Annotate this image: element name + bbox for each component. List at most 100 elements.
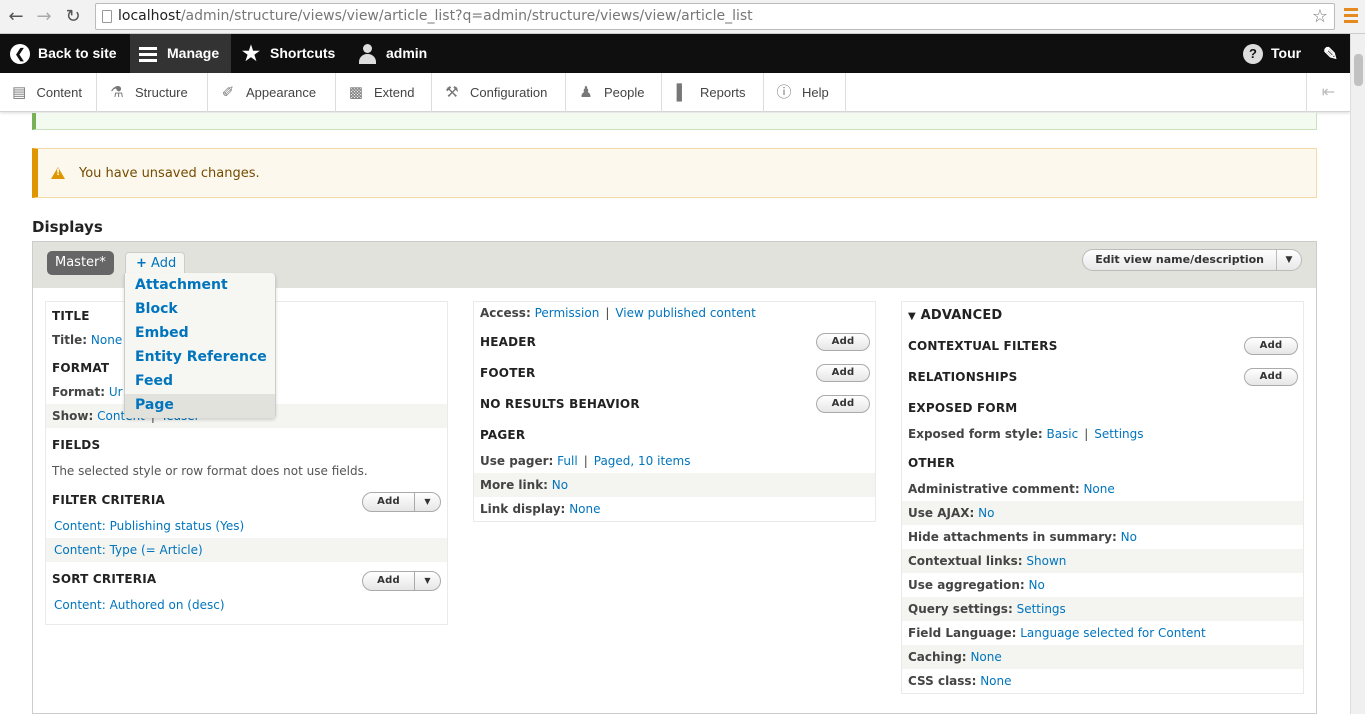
tray-item-help[interactable]: ⓘ Help [764,73,846,112]
tray-item-people[interactable]: ♟ People [566,73,662,112]
contextual-filters-add-button[interactable]: Add [1244,337,1298,355]
pager-heading: PAGER [480,428,526,442]
people-icon: ♟ [579,83,593,101]
reload-icon[interactable]: ↻ [62,6,84,28]
advanced-toggle[interactable]: ▼ ADVANCED [902,304,1303,328]
chevron-down-icon[interactable]: ▼ [415,493,440,511]
title-value[interactable]: None [91,333,122,347]
menu-item-feed[interactable]: Feed [125,370,275,394]
access-value-permission[interactable]: Permission [535,306,600,320]
menu-item-embed[interactable]: Embed [125,322,275,346]
warning-text: You have unsaved changes. [79,165,260,181]
sort-criteria-heading: SORT CRITERIA Add ▼ [46,567,447,591]
tray-item-label: Extend [374,85,415,100]
other-label: Use AJAX: [908,506,975,520]
pager-options-value[interactable]: Paged, 10 items [594,454,691,468]
tab-master[interactable]: Master* [47,251,114,275]
exposed-form-label: Exposed form style: [908,427,1043,441]
bookmark-star-icon[interactable]: ☆ [1312,4,1328,29]
sort-add-dropbutton[interactable]: Add ▼ [362,571,441,591]
menu-item-entity-reference[interactable]: Entity Reference [125,346,275,370]
chevron-down-icon[interactable]: ▼ [415,572,440,590]
wrench-icon: ⚒ [445,83,459,101]
footer-add-button[interactable]: Add [816,364,870,382]
other-value[interactable]: No [1121,530,1137,544]
filter-item[interactable]: Content: Publishing status (Yes) [46,514,447,538]
user-tab[interactable]: admin [358,34,427,73]
no-results-add-button[interactable]: Add [816,395,870,413]
other-value[interactable]: No [978,506,994,520]
relationships-add-button[interactable]: Add [1244,368,1298,386]
menu-item-attachment[interactable]: Attachment [125,274,275,298]
menu-item-page[interactable]: Page [125,394,275,418]
forward-arrow-icon[interactable]: → [33,6,55,28]
exposed-form-settings[interactable]: Settings [1094,427,1143,441]
help-icon: ? [1243,43,1263,64]
other-value[interactable]: Shown [1026,554,1066,568]
back-to-site-link[interactable]: ❮ Back to site [10,34,117,73]
tray-item-configuration[interactable]: ⚒ Configuration [432,73,566,112]
scroll-thumb[interactable] [1354,54,1363,86]
tray-item-content[interactable]: ▤ Content [0,73,97,112]
more-link-value[interactable]: No [552,478,568,492]
filter-item[interactable]: Content: Type (= Article) [46,538,447,562]
sort-link[interactable]: Content: Authored on (desc) [54,598,225,612]
link-display-label: Link display: [480,502,566,516]
shortcuts-tab[interactable]: ★ Shortcuts [242,34,335,73]
admin-toolbar: ❮ Back to site Manage ★ Shortcuts admin … [0,34,1350,73]
advanced-label: ADVANCED [920,308,1003,323]
browser-menu-icon[interactable] [1344,8,1358,26]
access-value-detail[interactable]: View published content [615,306,755,320]
filter-add-button[interactable]: Add [363,493,415,511]
manage-tab[interactable]: Manage [130,34,231,73]
header-add-button[interactable]: Add [816,333,870,351]
tray-item-label: Appearance [246,85,317,100]
other-label: Hide attachments in summary: [908,530,1117,544]
sort-add-button[interactable]: Add [363,572,415,590]
other-value[interactable]: No [1029,578,1045,592]
format-label: Format: [52,385,106,399]
other-value[interactable]: None [1083,482,1114,496]
relationships-label: RELATIONSHIPS [908,370,1018,384]
filter-add-dropbutton[interactable]: Add ▼ [362,492,441,512]
filter-link[interactable]: Content: Type (= Article) [54,543,203,557]
help-circle-icon: ⓘ [776,83,792,101]
other-label: Caching: [908,650,967,664]
url-host: localhost [118,8,181,24]
admin-tray: ▤ Content ⚗ Structure ✐ Appearance ▩ Ext… [0,73,1350,112]
filter-link[interactable]: Content: Publishing status (Yes) [54,519,244,533]
sort-item[interactable]: Content: Authored on (desc) [46,593,447,617]
other-value[interactable]: Language selected for Content [1020,626,1206,640]
warning-message: You have unsaved changes. [32,148,1317,198]
edit-toggle[interactable]: ✎ [1323,34,1351,73]
exposed-form-value[interactable]: Basic [1046,427,1078,441]
puzzle-icon: ▩ [348,83,364,101]
status-message [32,113,1317,130]
address-bar[interactable]: localhost/admin/structure/views/view/art… [95,3,1335,30]
tray-item-reports[interactable]: ▌ Reports [662,73,764,112]
tray-item-extend[interactable]: ▩ Extend [336,73,432,112]
collapse-tray-icon[interactable]: ⇤ [1306,73,1350,112]
relationships-heading: RELATIONSHIPS Add [902,365,1303,389]
format-value[interactable]: Ur [109,385,123,399]
use-pager-value[interactable]: Full [557,454,578,468]
right-column: ▼ ADVANCED CONTEXTUAL FILTERS Add RELATI… [901,301,1304,694]
chevron-down-icon[interactable]: ▼ [1277,250,1301,270]
menu-item-block[interactable]: Block [125,298,275,322]
other-heading: OTHER [908,456,955,470]
other-value[interactable]: None [980,674,1011,688]
back-arrow-icon[interactable]: ← [5,6,27,28]
other-value[interactable]: None [970,650,1001,664]
other-value[interactable]: Settings [1017,602,1066,616]
scrollbar[interactable] [1350,34,1365,714]
link-display-value[interactable]: None [569,502,600,516]
link-display-row: Link display: None [474,497,875,521]
tray-item-appearance[interactable]: ✐ Appearance [208,73,336,112]
page-icon [102,10,112,23]
tray-item-structure[interactable]: ⚗ Structure [97,73,208,112]
other-label: Contextual links: [908,554,1023,568]
url-path: /admin/structure/views/view/article_list… [180,8,753,24]
edit-view-name-button[interactable]: Edit view name/description [1083,250,1277,270]
tour-button[interactable]: ? Tour [1243,34,1301,73]
edit-view-dropbutton[interactable]: Edit view name/description ▼ [1082,249,1302,271]
